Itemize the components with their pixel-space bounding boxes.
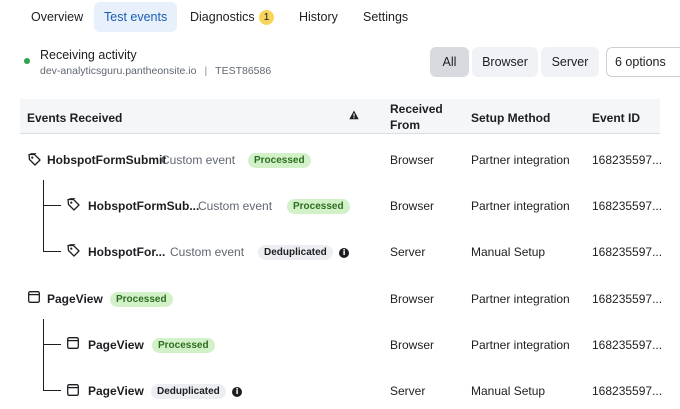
event-id: 168235597... — [592, 199, 663, 213]
header-setup-method: Setup Method — [471, 111, 551, 125]
setup-method: Partner integration — [471, 338, 570, 352]
test-code: TEST86586 — [215, 65, 272, 77]
table-row[interactable]: PageView Deduplicated i Server Manual Se… — [20, 363, 663, 409]
filter-browser-button[interactable]: Browser — [472, 47, 538, 77]
event-type: Custom event — [198, 199, 273, 213]
table-row[interactable]: HobspotFor... Custom event Deduplicated … — [20, 229, 663, 275]
status-badge: Deduplicated — [151, 384, 226, 400]
status-badge: Processed — [152, 338, 215, 354]
table-row[interactable]: HobspotFormSubmit Custom event Processed… — [20, 137, 663, 183]
page-icon — [67, 384, 79, 396]
site-domain: dev-analyticsguru.pantheonsite.io — [40, 65, 197, 77]
received-from: Server — [390, 384, 426, 398]
event-name: HobspotFormSubmit — [47, 153, 167, 167]
header-events-received: Events Received — [27, 111, 123, 125]
setup-method: Manual Setup — [471, 384, 546, 398]
received-from: Browser — [390, 292, 435, 306]
separator: | — [204, 65, 208, 77]
event-name: PageView — [47, 292, 103, 306]
tab-overview[interactable]: Overview — [21, 2, 93, 32]
info-icon[interactable]: i — [232, 386, 243, 397]
status-badge: Processed — [287, 199, 350, 215]
table-row[interactable]: PageView Processed Browser Partner integ… — [20, 322, 663, 368]
setup-method: Manual Setup — [471, 245, 546, 259]
event-name: HobspotFor... — [88, 245, 166, 259]
page-icon — [67, 337, 79, 349]
event-id: 168235597... — [592, 153, 663, 167]
status-badge: Deduplicated — [258, 245, 333, 261]
tab-history[interactable]: History — [289, 2, 348, 32]
activity-title: Receiving activity — [40, 48, 137, 62]
received-from: Browser — [390, 338, 435, 352]
event-id: 168235597... — [592, 245, 663, 259]
tab-settings[interactable]: Settings — [353, 2, 418, 32]
event-name: HobspotFormSub... — [88, 199, 200, 213]
tab-bar: Overview Test events Diagnostics 1 Histor… — [0, 0, 680, 36]
options-dropdown[interactable]: 6 options — [606, 47, 680, 77]
tab-test-events[interactable]: Test events — [94, 2, 178, 32]
tab-diagnostics-label: Diagnostics — [190, 10, 255, 24]
tag-icon — [67, 244, 80, 257]
received-from: Server — [390, 245, 426, 259]
received-from: Browser — [390, 153, 435, 167]
diagnostics-count-badge: 1 — [258, 10, 275, 25]
header-event-id: Event ID — [592, 111, 641, 125]
filter-all-button[interactable]: All — [430, 47, 469, 77]
event-name: PageView — [88, 384, 144, 398]
info-icon[interactable]: i — [339, 247, 350, 258]
event-type: Custom event — [170, 245, 245, 259]
event-id: 168235597... — [592, 338, 663, 352]
table-row[interactable]: HobspotFormSub... Custom event Processed… — [20, 183, 663, 229]
tag-icon — [28, 153, 41, 166]
warning-icon[interactable] — [349, 110, 359, 120]
filter-server-button[interactable]: Server — [541, 47, 599, 77]
setup-method: Partner integration — [471, 292, 570, 306]
header-received-line1: Received — [390, 102, 443, 116]
status-dot-icon — [24, 58, 30, 64]
header-received-line2: From — [390, 118, 420, 132]
table-row[interactable]: PageView Processed Browser Partner integ… — [20, 276, 663, 322]
event-type: Custom event — [161, 153, 236, 167]
status-badge: Processed — [110, 292, 173, 308]
page-icon — [28, 291, 40, 303]
tab-diagnostics[interactable]: Diagnostics 1 — [180, 2, 284, 32]
received-from: Browser — [390, 199, 435, 213]
event-name: PageView — [88, 338, 144, 352]
tag-icon — [67, 198, 80, 211]
status-badge: Processed — [248, 153, 311, 169]
event-id: 168235597... — [592, 292, 663, 306]
setup-method: Partner integration — [471, 199, 570, 213]
setup-method: Partner integration — [471, 153, 570, 167]
event-id: 168235597... — [592, 384, 663, 398]
activity-subtitle: dev-analyticsguru.pantheonsite.io | TEST86… — [40, 65, 271, 77]
